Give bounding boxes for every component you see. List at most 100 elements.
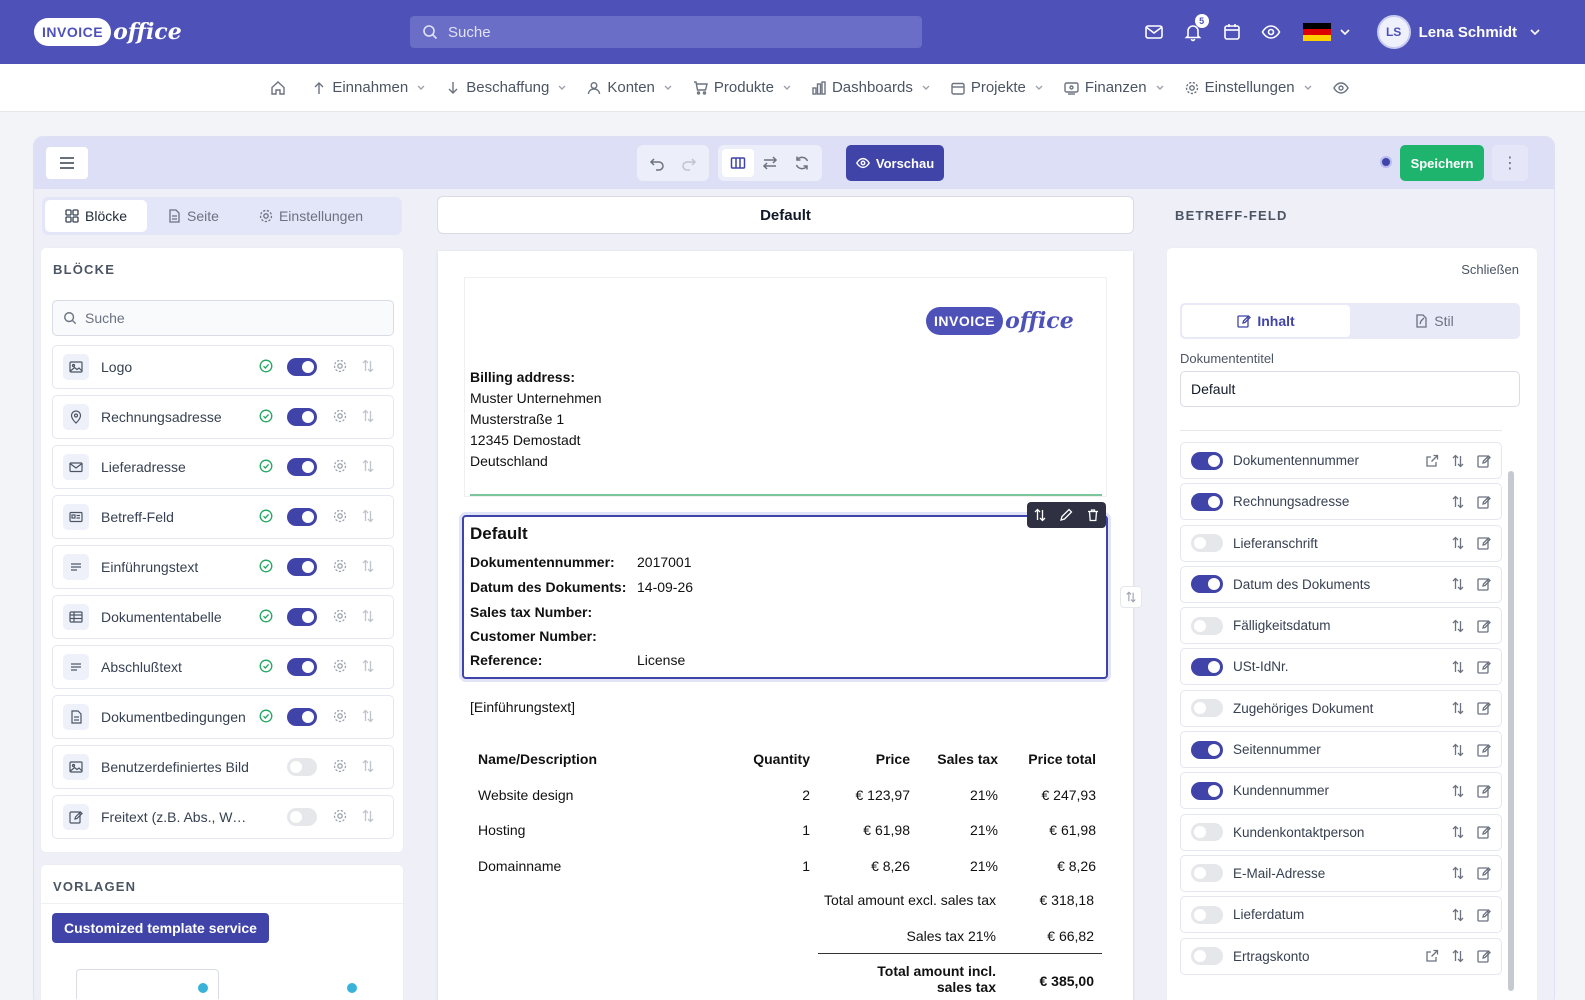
edit-icon[interactable] <box>1471 619 1497 633</box>
sort-icon[interactable] <box>361 809 375 826</box>
field-toggle[interactable] <box>1191 575 1223 594</box>
sort-icon[interactable] <box>361 759 375 776</box>
block-toggle[interactable] <box>287 558 317 576</box>
undo-icon[interactable] <box>641 149 673 177</box>
sort-icon[interactable] <box>1445 825 1471 839</box>
gear-icon[interactable] <box>333 809 347 826</box>
menu-einnahmen[interactable]: Einnahmen <box>312 79 426 96</box>
more-options-icon[interactable]: ⋮ <box>1492 145 1528 181</box>
sort-icon[interactable] <box>361 609 375 626</box>
menu-einstellungen[interactable]: Einstellungen <box>1185 79 1313 96</box>
field-item[interactable]: Seitennummer <box>1180 731 1502 769</box>
calendar-icon[interactable] <box>1222 22 1242 42</box>
external-link-icon[interactable] <box>1419 454 1445 468</box>
block-toggle[interactable] <box>287 708 317 726</box>
blocks-search-input[interactable]: Suche <box>52 300 394 336</box>
chevron-down-icon[interactable] <box>1339 22 1351 42</box>
field-item[interactable]: Ertragskonto <box>1180 937 1502 975</box>
menu-produkte[interactable]: Produkte <box>693 79 792 96</box>
field-toggle[interactable] <box>1191 823 1223 842</box>
block-toggle[interactable] <box>287 458 317 476</box>
user-menu[interactable]: LS Lena Schmidt <box>1376 15 1541 49</box>
intro-text-block[interactable]: [Einführungstext] <box>470 699 575 715</box>
sort-icon[interactable] <box>1445 536 1471 550</box>
sort-icon[interactable] <box>361 359 375 376</box>
customized-template-service-button[interactable]: Customized template service <box>52 913 269 943</box>
sort-icon[interactable] <box>1033 508 1047 522</box>
edit-icon[interactable] <box>1471 660 1497 674</box>
doc-title-input[interactable]: Default <box>1180 371 1520 407</box>
sort-icon[interactable] <box>1445 495 1471 509</box>
sort-icon[interactable] <box>1445 701 1471 715</box>
bell-icon[interactable]: 5 <box>1183 14 1209 42</box>
document-title-bar[interactable]: Default <box>437 196 1134 234</box>
field-item[interactable]: Kundennummer <box>1180 772 1502 810</box>
external-link-icon[interactable] <box>1419 949 1445 963</box>
tab-stil[interactable]: Stil <box>1350 305 1518 337</box>
save-button[interactable]: Speichern <box>1400 145 1484 181</box>
field-toggle[interactable] <box>1191 947 1223 966</box>
billing-address-block[interactable]: Billing address: Muster Unternehmen Must… <box>470 367 602 472</box>
field-item[interactable]: Kundenkontaktperson <box>1180 813 1502 851</box>
block-item[interactable]: Dokumententabelle <box>52 595 394 639</box>
edit-icon[interactable] <box>1471 743 1497 757</box>
block-toggle[interactable] <box>287 808 317 826</box>
field-toggle[interactable] <box>1191 451 1223 470</box>
sort-icon[interactable] <box>361 709 375 726</box>
columns-icon[interactable] <box>722 149 754 177</box>
block-item[interactable]: Freitext (z.B. Abs., Werbetext) <box>52 795 394 839</box>
app-logo[interactable]: INVOICE office <box>34 14 182 50</box>
sort-icon[interactable] <box>1445 660 1471 674</box>
edit-icon[interactable] <box>1471 701 1497 715</box>
block-toggle[interactable] <box>287 658 317 676</box>
field-item[interactable]: Lieferdatum <box>1180 896 1502 934</box>
gear-icon[interactable] <box>333 759 347 776</box>
global-search-input[interactable]: Suche <box>410 16 922 48</box>
field-toggle[interactable] <box>1191 657 1223 676</box>
hamburger-menu-button[interactable] <box>46 147 88 179</box>
sort-icon[interactable] <box>1445 949 1471 963</box>
block-item[interactable]: Lieferadresse <box>52 445 394 489</box>
sort-icon[interactable] <box>1445 908 1471 922</box>
sort-icon[interactable] <box>1445 454 1471 468</box>
field-toggle[interactable] <box>1191 864 1223 883</box>
block-toggle[interactable] <box>287 608 317 626</box>
edit-icon[interactable] <box>1471 949 1497 963</box>
field-toggle[interactable] <box>1191 616 1223 635</box>
block-toggle[interactable] <box>287 408 317 426</box>
field-toggle[interactable] <box>1191 740 1223 759</box>
language-flag-icon[interactable] <box>1302 23 1331 41</box>
eye-icon[interactable] <box>1261 22 1281 42</box>
block-toggle[interactable] <box>287 358 317 376</box>
gear-icon[interactable] <box>333 609 347 626</box>
menu-finanzen[interactable]: Finanzen <box>1064 79 1165 96</box>
tab-inhalt[interactable]: Inhalt <box>1182 305 1350 337</box>
edit-icon[interactable] <box>1059 508 1073 522</box>
menu-dashboards[interactable]: Dashboards <box>812 79 931 96</box>
field-toggle[interactable] <box>1191 492 1223 511</box>
block-item[interactable]: Betreff-Feld <box>52 495 394 539</box>
home-icon[interactable] <box>270 80 292 96</box>
field-toggle[interactable] <box>1191 699 1223 718</box>
block-toggle[interactable] <box>287 758 317 776</box>
sort-icon[interactable] <box>361 459 375 476</box>
sort-icon[interactable] <box>1445 784 1471 798</box>
field-item[interactable]: Lieferanschrift <box>1180 524 1502 562</box>
template-thumbnail[interactable] <box>76 969 219 999</box>
block-item[interactable]: Dokumentbedingungen <box>52 695 394 739</box>
trash-icon[interactable] <box>1086 508 1100 522</box>
edit-icon[interactable] <box>1471 577 1497 592</box>
field-item[interactable]: Dokumentennummer <box>1180 442 1502 479</box>
sort-icon[interactable] <box>361 509 375 526</box>
sort-icon[interactable] <box>1445 866 1471 880</box>
sort-icon[interactable] <box>361 409 375 426</box>
close-button[interactable]: Schließen <box>1461 262 1519 277</box>
field-item[interactable]: E-Mail-Adresse <box>1180 854 1502 892</box>
swap-icon[interactable] <box>754 149 786 177</box>
edit-icon[interactable] <box>1471 866 1497 881</box>
sort-icon[interactable] <box>361 659 375 676</box>
block-item[interactable]: Benutzerdefiniertes Bild <box>52 745 394 789</box>
tab-seite[interactable]: Seite <box>147 200 239 232</box>
field-item[interactable]: Rechnungsadresse <box>1180 483 1502 521</box>
edit-icon[interactable] <box>1471 495 1497 509</box>
